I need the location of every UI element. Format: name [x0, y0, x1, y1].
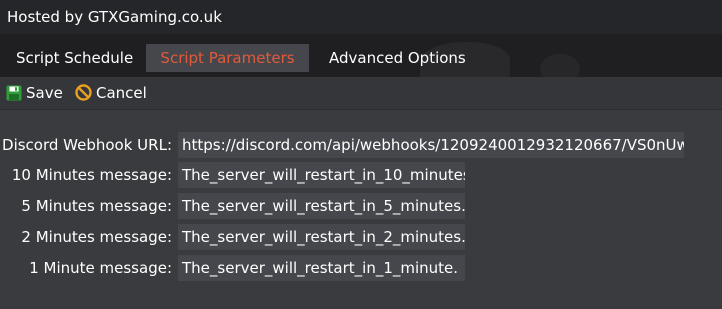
- form-row-10-minutes: 10 Minutes message: The_server_will_rest…: [0, 162, 722, 188]
- 5-minutes-message-label: 5 Minutes message:: [21, 197, 172, 215]
- window-title: Hosted by GTXGaming.co.uk: [7, 8, 222, 26]
- 1-minute-message-input[interactable]: The_server_will_restart_in_1_minute.: [178, 255, 465, 281]
- window-title-bar: Hosted by GTXGaming.co.uk: [0, 0, 722, 34]
- 5-minutes-message-input[interactable]: The_server_will_restart_in_5_minutes.: [178, 193, 465, 219]
- script-parameters-form: Discord Webhook URL: https://discord.com…: [0, 110, 722, 309]
- 10-minutes-message-label: 10 Minutes message:: [11, 166, 172, 184]
- tab-script-parameters[interactable]: Script Parameters: [146, 44, 309, 72]
- cancel-label: Cancel: [96, 84, 147, 102]
- 2-minutes-message-input[interactable]: The_server_will_restart_in_2_minutes.: [178, 224, 465, 250]
- 1-minute-message-label: 1 Minute message:: [29, 259, 172, 277]
- form-row-5-minutes: 5 Minutes message: The_server_will_resta…: [0, 193, 722, 219]
- save-button[interactable]: Save: [6, 83, 63, 103]
- save-label: Save: [26, 84, 63, 102]
- 10-minutes-message-input[interactable]: The_server_will_restart_in_10_minutes.: [178, 162, 465, 188]
- toolbar: Save Cancel: [0, 77, 722, 110]
- floppy-disk-icon: [6, 85, 22, 101]
- 2-minutes-message-label: 2 Minutes message:: [21, 228, 172, 246]
- cancel-button[interactable]: Cancel: [75, 83, 147, 103]
- background-decoration: [540, 54, 580, 77]
- form-row-1-minute: 1 Minute message: The_server_will_restar…: [0, 255, 722, 281]
- webhook-url-input[interactable]: https://discord.com/api/webhooks/1209240…: [178, 132, 684, 158]
- webhook-url-label: Discord Webhook URL:: [2, 136, 172, 154]
- form-row-2-minutes: 2 Minutes message: The_server_will_resta…: [0, 224, 722, 250]
- tab-advanced-options[interactable]: Advanced Options: [329, 44, 466, 72]
- tab-script-schedule[interactable]: Script Schedule: [16, 44, 133, 72]
- prohibited-icon: [75, 84, 92, 101]
- tab-bar: Script Schedule Script Parameters Advanc…: [0, 34, 722, 77]
- form-row-webhook-url: Discord Webhook URL: https://discord.com…: [0, 132, 722, 158]
